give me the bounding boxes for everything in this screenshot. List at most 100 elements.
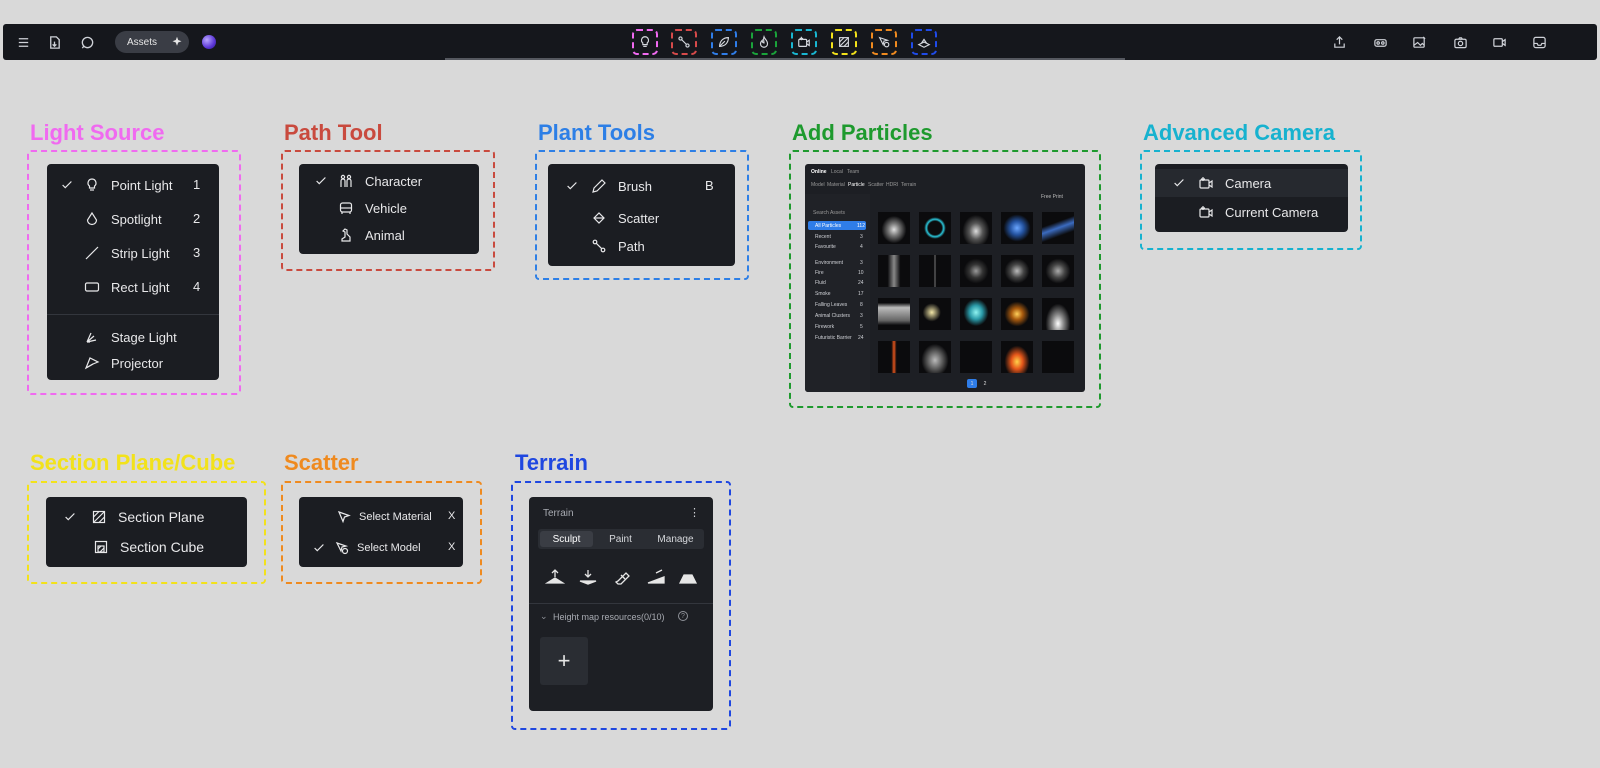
category-label[interactable]: Smoke <box>815 291 831 297</box>
category-label[interactable]: Environment <box>815 260 843 266</box>
particle-thumbnail[interactable] <box>878 255 910 287</box>
help-icon[interactable]: ? <box>678 611 688 621</box>
particle-thumbnail[interactable] <box>960 298 992 330</box>
particle-thumbnail[interactable] <box>1042 212 1074 244</box>
plant-tool[interactable] <box>711 29 737 55</box>
search-input[interactable]: Search Assets <box>813 210 845 216</box>
add-height-map-button[interactable]: + <box>540 637 588 685</box>
menu-item-select-material[interactable]: Select Material <box>299 508 463 526</box>
page-button-1[interactable]: 1 <box>967 379 977 388</box>
menu-icon[interactable] <box>12 31 34 53</box>
image-edit-icon[interactable] <box>1408 31 1430 53</box>
category-count: 24 <box>858 335 864 341</box>
menu-item-section-cube[interactable]: Section Cube <box>46 538 247 556</box>
category-label[interactable]: Fluid <box>815 280 826 286</box>
raise-terrain-icon[interactable] <box>544 568 566 586</box>
tab-manage[interactable]: Manage <box>648 529 703 549</box>
menu-item-camera[interactable]: Camera <box>1155 174 1348 192</box>
eraser-icon[interactable] <box>611 568 633 586</box>
subtab-model[interactable]: Model <box>811 182 825 188</box>
menu-item-select-model[interactable]: Select Model <box>299 539 463 557</box>
subtab-terrain[interactable]: Terrain <box>901 182 916 188</box>
menu-item-section-plane[interactable]: Section Plane <box>46 508 247 526</box>
tab-online[interactable]: Online <box>811 169 827 175</box>
menu-item-scatter[interactable]: Scatter <box>548 209 735 227</box>
particle-thumbnail[interactable] <box>919 255 951 287</box>
more-options-icon[interactable]: ⋮ <box>689 506 700 519</box>
light-source-tool[interactable] <box>632 29 658 55</box>
subtab-scatter[interactable]: Scatter <box>868 182 884 188</box>
particles-tool[interactable] <box>751 29 777 55</box>
tab-team[interactable]: Team <box>847 169 859 175</box>
particle-thumbnail[interactable] <box>878 212 910 244</box>
particle-thumbnail[interactable] <box>1001 341 1033 373</box>
category-label[interactable]: Animal Clusters <box>815 313 850 319</box>
particle-thumbnail[interactable] <box>960 255 992 287</box>
particle-thumbnail[interactable] <box>878 298 910 330</box>
upload-icon[interactable] <box>1328 31 1350 53</box>
particle-thumbnail[interactable] <box>960 212 992 244</box>
terrain-tool[interactable] <box>911 29 937 55</box>
menu-divider <box>47 314 219 315</box>
scatter-icon <box>590 209 608 227</box>
vr-icon[interactable] <box>1369 31 1391 53</box>
particle-thumbnail[interactable] <box>919 298 951 330</box>
category-label[interactable]: Fire <box>815 270 824 276</box>
light-source-menu: Point Light 1 Spotlight 2 Strip Light 3 … <box>47 164 219 380</box>
particle-thumbnail[interactable] <box>919 341 951 373</box>
camera-add-icon <box>798 36 810 47</box>
menu-item-animal[interactable]: Animal <box>299 226 479 244</box>
filter-dropdown[interactable]: Free Print <box>1041 194 1063 200</box>
camera-icon[interactable] <box>1449 31 1471 53</box>
menu-item-character[interactable]: Character <box>299 172 479 190</box>
particle-thumbnail[interactable] <box>1042 255 1074 287</box>
category-label[interactable]: Recent <box>815 234 831 240</box>
menu-item-vehicle[interactable]: Vehicle <box>299 199 479 217</box>
character-icon <box>337 172 355 190</box>
height-map-section-label: Height map resources(0/10) <box>553 612 665 622</box>
flatten-terrain-icon[interactable] <box>677 568 699 586</box>
file-import-icon[interactable] <box>43 31 65 53</box>
category-label[interactable]: Futuristic Barrier <box>815 335 852 341</box>
tab-local[interactable]: Local <box>831 169 843 175</box>
particle-thumbnail[interactable] <box>1042 298 1074 330</box>
particle-thumbnail[interactable] <box>878 341 910 373</box>
category-label[interactable]: Firework <box>815 324 834 330</box>
chat-icon[interactable] <box>76 31 98 53</box>
particle-thumbnail[interactable] <box>960 341 992 373</box>
page-button-2[interactable]: 2 <box>980 379 990 388</box>
category-label[interactable]: Favourite <box>815 244 836 250</box>
spotlight-icon <box>83 210 101 228</box>
ai-orb-icon[interactable] <box>202 35 216 49</box>
smooth-terrain-icon[interactable] <box>645 568 667 586</box>
inbox-icon[interactable] <box>1528 31 1550 53</box>
particle-thumbnail[interactable] <box>1001 255 1033 287</box>
advanced-camera-tool[interactable] <box>791 29 817 55</box>
category-label[interactable]: All Particles <box>815 223 841 229</box>
chevron-down-icon[interactable]: ⌄ <box>540 611 548 622</box>
tab-sculpt[interactable]: Sculpt <box>540 531 593 547</box>
section-tool[interactable] <box>831 29 857 55</box>
subtab-hdri[interactable]: HDRI <box>886 182 898 188</box>
particle-thumbnail[interactable] <box>1001 212 1033 244</box>
category-label[interactable]: Falling Leaves <box>815 302 847 308</box>
section-cube-icon <box>92 538 110 556</box>
select-material-icon <box>335 508 353 526</box>
category-count: 8 <box>860 302 863 308</box>
particle-thumbnail[interactable] <box>1042 341 1074 373</box>
subtab-material[interactable]: Material <box>827 182 845 188</box>
menu-item-path[interactable]: Path <box>548 237 735 255</box>
assets-button[interactable]: Assets <box>115 31 189 53</box>
menu-item-projector[interactable]: Projector <box>47 354 219 372</box>
sparkle-icon[interactable] <box>169 34 185 50</box>
particle-thumbnail[interactable] <box>1001 298 1033 330</box>
lower-terrain-icon[interactable] <box>577 568 599 586</box>
menu-item-current-camera[interactable]: Current Camera <box>1155 203 1348 221</box>
subtab-particle[interactable]: Particle <box>848 182 865 188</box>
tab-paint[interactable]: Paint <box>595 529 646 549</box>
particle-thumbnail[interactable] <box>919 212 951 244</box>
video-icon[interactable] <box>1488 31 1510 53</box>
path-tool[interactable] <box>671 29 697 55</box>
menu-item-stage-light[interactable]: Stage Light <box>47 328 219 346</box>
scatter-tool[interactable] <box>871 29 897 55</box>
